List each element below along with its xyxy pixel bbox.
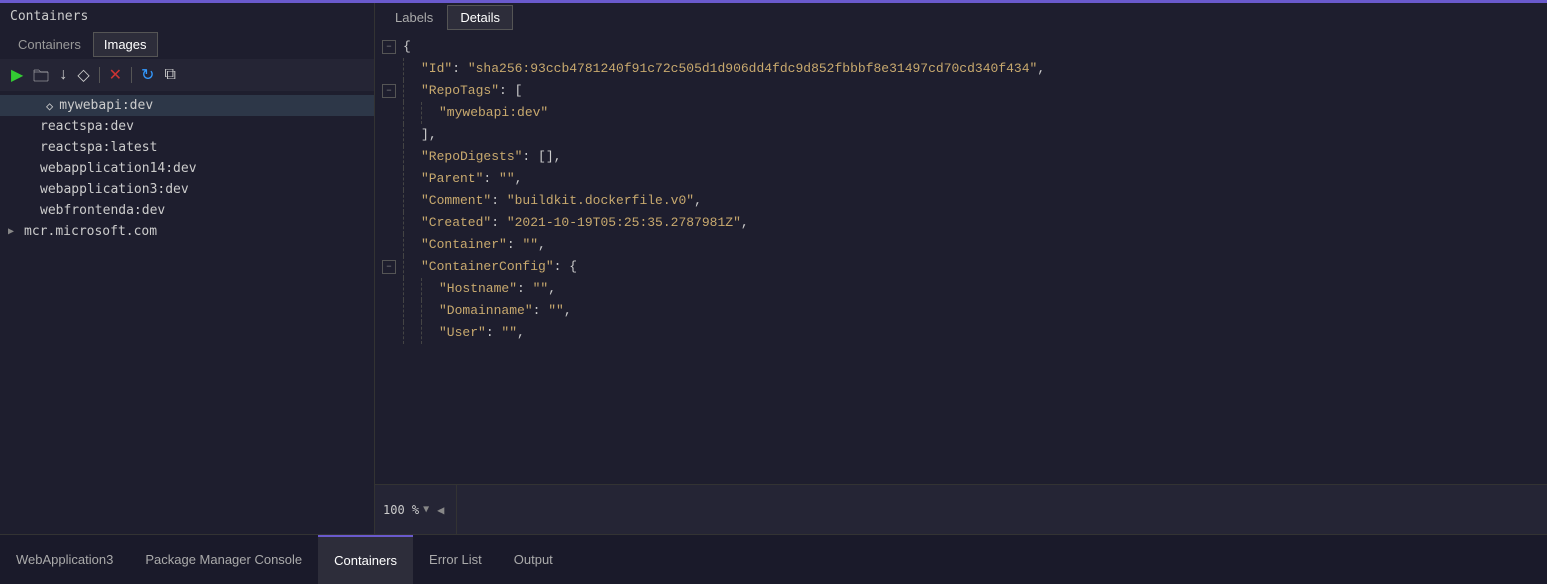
image-label: webfrontenda:dev <box>40 203 165 218</box>
json-wrapper: − { "Id": "sha256:93ccb4781240f91c72c505… <box>375 36 1547 344</box>
json-container-line: "Container": "", <box>421 235 562 256</box>
bottom-tab-package-manager[interactable]: Package Manager Console <box>129 535 318 584</box>
tab-details[interactable]: Details <box>447 5 513 30</box>
left-tabs-row: Containers Images <box>0 30 374 59</box>
status-bar: 100 % ▼ ◀ <box>375 484 1547 534</box>
zoom-value: 100 % <box>383 503 419 517</box>
right-tabs-row: Labels Details <box>375 3 1547 32</box>
tag-icon: ◇ <box>46 99 53 113</box>
json-domainname-line: "Domainname": "", <box>439 301 588 322</box>
json-close-bracket-line: ], <box>421 125 453 146</box>
main-area: Containers Containers Images ▶ ↓ ◇ ✕ ↻ ⧉ <box>0 3 1547 534</box>
json-id-line: "Id": "sha256:93ccb4781240f91c72c505d1d9… <box>421 59 1061 80</box>
image-label: reactspa:dev <box>40 119 134 134</box>
json-line-10: "Container": "", <box>375 234 1547 256</box>
json-line-1: − { <box>375 36 1547 58</box>
zoom-dropdown-arrow[interactable]: ▼ <box>423 504 429 515</box>
json-repodigests-line: "RepoDigests": [], <box>421 147 577 168</box>
image-item-reactspa-dev[interactable]: reactspa:dev <box>0 116 374 137</box>
image-item-reactspa-latest[interactable]: reactspa:latest <box>0 137 374 158</box>
image-item-webapp14[interactable]: webapplication14:dev <box>0 158 374 179</box>
json-line-13: "Domainname": "", <box>375 300 1547 322</box>
collapse-btn-1[interactable]: − <box>382 40 396 54</box>
right-panel: Labels Details − { "Id": "sha256:93ccb47 <box>375 3 1547 534</box>
folder-button[interactable] <box>30 66 52 84</box>
image-label: reactspa:latest <box>40 140 157 155</box>
download-button[interactable]: ↓ <box>56 64 70 86</box>
json-containerconfig-line: "ContainerConfig": { <box>421 257 593 278</box>
json-line-14: "User": "", <box>375 322 1547 344</box>
json-mywebapi-line: "mywebapi:dev" <box>439 103 564 124</box>
gutter-3: − <box>375 84 403 98</box>
scroll-left-btn[interactable]: ◀ <box>433 503 448 517</box>
image-label: webapplication3:dev <box>40 182 189 197</box>
image-item-webfrontenda[interactable]: webfrontenda:dev <box>0 200 374 221</box>
left-panel: Containers Containers Images ▶ ↓ ◇ ✕ ↻ ⧉ <box>0 3 375 534</box>
json-line-11: − "ContainerConfig": { <box>375 256 1547 278</box>
tab-images[interactable]: Images <box>93 32 158 57</box>
copy-button[interactable]: ⧉ <box>161 64 178 86</box>
gutter-1: − <box>375 40 403 54</box>
json-line-3: − "RepoTags": [ <box>375 80 1547 102</box>
panel-title: Containers <box>0 3 374 30</box>
json-line-5: ], <box>375 124 1547 146</box>
image-label: webapplication14:dev <box>40 161 197 176</box>
json-line-9: "Created": "2021-10-19T05:25:35.2787981Z… <box>375 212 1547 234</box>
toolbar: ▶ ↓ ◇ ✕ ↻ ⧉ <box>0 59 374 91</box>
toolbar-divider-2 <box>131 67 132 83</box>
json-line-8: "Comment": "buildkit.dockerfile.v0", <box>375 190 1547 212</box>
json-open-brace: { <box>403 37 411 58</box>
toolbar-divider <box>99 67 100 83</box>
json-parent-line: "Parent": "", <box>421 169 538 190</box>
bottom-tab-webapplication3[interactable]: WebApplication3 <box>0 535 129 584</box>
json-line-6: "RepoDigests": [], <box>375 146 1547 168</box>
json-content[interactable]: − { "Id": "sha256:93ccb4781240f91c72c505… <box>375 32 1547 484</box>
refresh-button[interactable]: ↻ <box>138 63 157 87</box>
collapse-btn-3[interactable]: − <box>382 84 396 98</box>
bottom-tab-containers[interactable]: Containers <box>318 535 413 584</box>
collapse-btn-11[interactable]: − <box>382 260 396 274</box>
bottom-tabs: WebApplication3 Package Manager Console … <box>0 534 1547 584</box>
play-button[interactable]: ▶ <box>8 63 26 87</box>
json-line-12: "Hostname": "", <box>375 278 1547 300</box>
bottom-tab-output[interactable]: Output <box>498 535 569 584</box>
image-item-mcr[interactable]: ▶ mcr.microsoft.com <box>0 221 374 242</box>
json-repotags-line: "RepoTags": [ <box>421 81 538 102</box>
json-created-line: "Created": "2021-10-19T05:25:35.2787981Z… <box>421 213 765 234</box>
image-label: mywebapi:dev <box>59 98 153 113</box>
json-comment-line: "Comment": "buildkit.dockerfile.v0", <box>421 191 718 212</box>
gutter-11: − <box>375 260 403 274</box>
image-item-webapp3[interactable]: webapplication3:dev <box>0 179 374 200</box>
zoom-area: 100 % ▼ ◀ <box>375 485 457 534</box>
image-item-mywebapi[interactable]: ◇ mywebapi:dev <box>0 95 374 116</box>
tag-button[interactable]: ◇ <box>74 63 92 87</box>
delete-button[interactable]: ✕ <box>106 63 125 87</box>
tab-labels[interactable]: Labels <box>383 5 445 30</box>
image-list: ◇ mywebapi:dev reactspa:dev reactspa:lat… <box>0 91 374 534</box>
image-label: mcr.microsoft.com <box>24 224 157 239</box>
expand-arrow-icon[interactable]: ▶ <box>8 226 14 237</box>
bottom-tab-error-list[interactable]: Error List <box>413 535 498 584</box>
json-line-7: "Parent": "", <box>375 168 1547 190</box>
json-user-line: "User": "", <box>439 323 541 344</box>
json-hostname-line: "Hostname": "", <box>439 279 572 300</box>
json-line-4: "mywebapi:dev" <box>375 102 1547 124</box>
tab-containers[interactable]: Containers <box>8 32 91 57</box>
json-line-2: "Id": "sha256:93ccb4781240f91c72c505d1d9… <box>375 58 1547 80</box>
